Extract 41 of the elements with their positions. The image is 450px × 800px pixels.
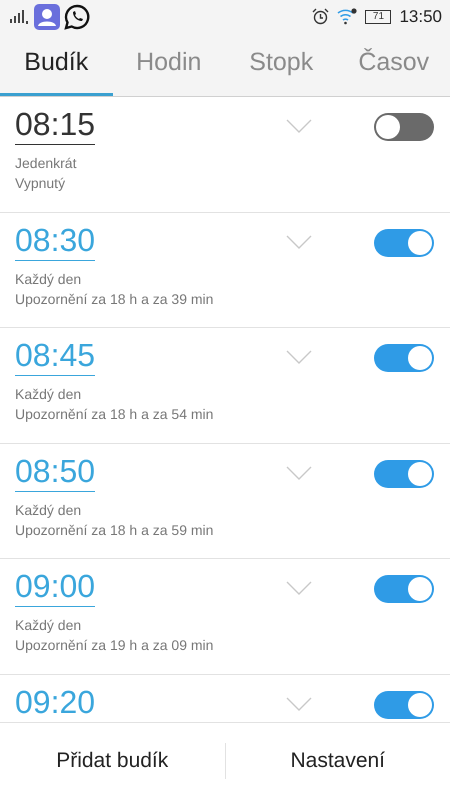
- battery-indicator: 71: [365, 10, 392, 24]
- alarm-time[interactable]: 09:20: [15, 682, 96, 722]
- alarm-status: Upozornění za 18 h a za 59 min: [15, 520, 214, 540]
- chevron-down-icon[interactable]: [286, 466, 312, 480]
- status-time: 13:50: [399, 6, 442, 28]
- chevron-down-icon[interactable]: [286, 581, 312, 595]
- alarm-status: Upozornění za 18 h a za 39 min: [15, 290, 214, 309]
- alarm-repeat: Každý den: [15, 500, 82, 520]
- tab[interactable]: Budík: [0, 33, 112, 96]
- chat-icon: [64, 4, 90, 30]
- wifi-icon: [337, 8, 358, 25]
- toggle-switch[interactable]: [374, 690, 434, 718]
- chevron-down-icon[interactable]: [286, 234, 312, 248]
- alarm-status: Upozornění za 18 h a za 54 min: [15, 405, 214, 424]
- alarm-repeat: Každý den: [15, 270, 82, 289]
- chevron-down-icon[interactable]: [286, 696, 312, 710]
- toggle-switch[interactable]: [374, 460, 434, 488]
- tab[interactable]: Stopk: [225, 33, 338, 96]
- chevron-down-icon[interactable]: [286, 350, 312, 364]
- contacts-icon: [34, 4, 60, 30]
- add-alarm-button[interactable]: Přidat budík: [0, 723, 224, 799]
- toggle-switch[interactable]: [374, 575, 434, 603]
- alarm-repeat: Jedenkrát: [15, 154, 78, 174]
- alarm-time[interactable]: 08:30: [15, 220, 96, 261]
- chevron-down-icon[interactable]: [286, 119, 312, 133]
- alarm-status: Upozornění za 19 h a za 09 min: [15, 636, 214, 656]
- toggle-switch[interactable]: [374, 113, 434, 141]
- tab[interactable]: Časov: [338, 33, 450, 96]
- toggle-switch[interactable]: [374, 344, 434, 372]
- alarm-time[interactable]: 08:15: [15, 105, 96, 146]
- alarm-status: Vypnutý: [15, 174, 66, 194]
- alarm-time[interactable]: 09:00: [15, 567, 96, 608]
- alarm-time[interactable]: 08:50: [15, 452, 96, 492]
- settings-button[interactable]: Nastavení: [226, 723, 450, 799]
- signal-icon: [10, 10, 30, 24]
- alarm-repeat: Každý den: [15, 616, 82, 636]
- tab[interactable]: Hodin: [112, 33, 225, 96]
- alarm-repeat: Každý den: [15, 385, 82, 404]
- alarm-time[interactable]: 08:45: [15, 336, 96, 376]
- toggle-switch[interactable]: [374, 228, 434, 256]
- alarm-icon: [312, 8, 330, 25]
